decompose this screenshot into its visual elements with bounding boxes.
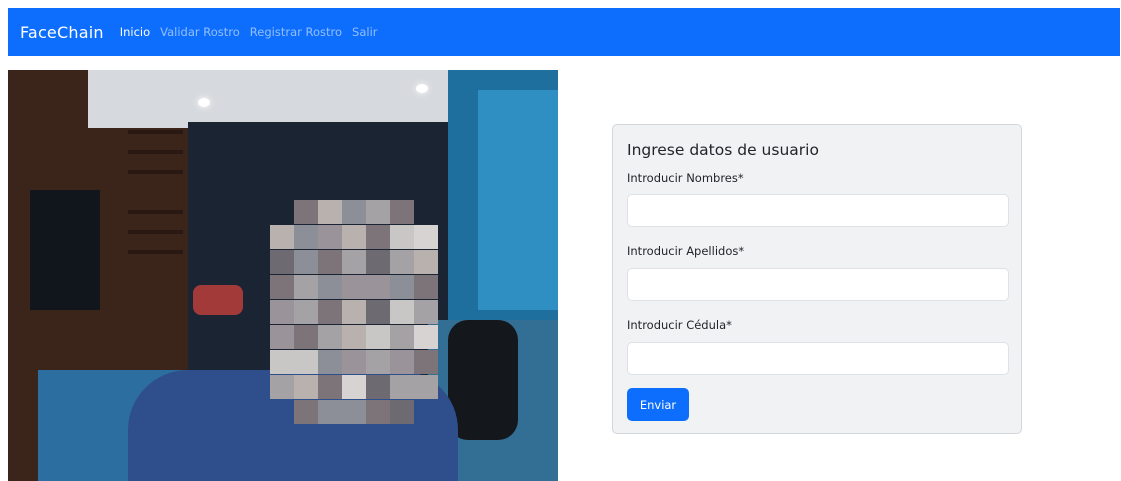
face-pixel bbox=[318, 300, 342, 324]
face-pixel bbox=[318, 275, 342, 299]
face-pixel bbox=[366, 225, 390, 249]
camera-background-ceiling bbox=[88, 70, 508, 128]
wardrobe-slat bbox=[128, 170, 183, 174]
face-pixel bbox=[294, 275, 318, 299]
nombres-input[interactable] bbox=[627, 194, 1009, 227]
face-pixel bbox=[366, 350, 390, 374]
face-pixel bbox=[318, 375, 342, 399]
cedula-input[interactable] bbox=[627, 342, 1009, 375]
nombres-label: Introducir Nombres* bbox=[627, 171, 744, 185]
face-pixel bbox=[294, 200, 318, 224]
face-pixel bbox=[342, 400, 366, 424]
form-title: Ingrese datos de usuario bbox=[627, 141, 819, 159]
face-pixel bbox=[366, 250, 390, 274]
face-pixel bbox=[318, 350, 342, 374]
wardrobe-slat bbox=[128, 210, 183, 214]
wardrobe-slat bbox=[128, 150, 183, 154]
face-pixel bbox=[294, 350, 318, 374]
nav-link-salir[interactable]: Salir bbox=[352, 25, 377, 39]
top-navbar: FaceChain Inicio Validar Rostro Registra… bbox=[8, 8, 1120, 56]
face-pixel bbox=[390, 375, 414, 399]
camera-feed bbox=[8, 70, 558, 481]
apellidos-label: Introducir Apellidos* bbox=[627, 244, 745, 258]
face-pixel bbox=[318, 325, 342, 349]
face-pixel bbox=[414, 275, 438, 299]
submit-button[interactable]: Enviar bbox=[627, 388, 689, 421]
face-pixel bbox=[294, 325, 318, 349]
face-pixel bbox=[270, 250, 294, 274]
ceiling-lamp bbox=[198, 98, 210, 107]
face-pixel bbox=[318, 225, 342, 249]
face-pixel bbox=[270, 225, 294, 249]
nav-link-validar-rostro[interactable]: Validar Rostro bbox=[160, 25, 240, 39]
face-pixel bbox=[414, 250, 438, 274]
face-pixel bbox=[318, 200, 342, 224]
ceiling-lamp bbox=[416, 84, 428, 93]
face-pixel bbox=[414, 325, 438, 349]
wardrobe-slat bbox=[128, 230, 183, 234]
face-pixel bbox=[390, 200, 414, 224]
face-pixel bbox=[342, 375, 366, 399]
pixelated-face bbox=[270, 200, 440, 430]
face-pixel bbox=[294, 225, 318, 249]
face-pixel bbox=[366, 200, 390, 224]
face-pixel bbox=[342, 250, 366, 274]
face-pixel bbox=[390, 275, 414, 299]
apellidos-input[interactable] bbox=[627, 268, 1009, 301]
face-pixel bbox=[270, 300, 294, 324]
face-pixel bbox=[342, 275, 366, 299]
face-pixel bbox=[414, 350, 438, 374]
face-pixel bbox=[294, 400, 318, 424]
face-pixel bbox=[294, 250, 318, 274]
brand-logo[interactable]: FaceChain bbox=[20, 23, 104, 42]
face-pixel bbox=[390, 225, 414, 249]
face-pixel bbox=[390, 250, 414, 274]
face-pixel bbox=[366, 375, 390, 399]
face-pixel bbox=[342, 225, 366, 249]
face-pixel bbox=[270, 375, 294, 399]
face-pixel bbox=[366, 275, 390, 299]
camera-background-wall bbox=[478, 90, 558, 310]
wardrobe-slat bbox=[128, 250, 183, 254]
face-pixel bbox=[390, 400, 414, 424]
face-pixel bbox=[414, 375, 438, 399]
face-pixel bbox=[270, 350, 294, 374]
camera-background-tv bbox=[30, 190, 100, 310]
face-pixel bbox=[342, 350, 366, 374]
camera-background-chair bbox=[448, 320, 518, 440]
face-pixel bbox=[390, 350, 414, 374]
face-pixel bbox=[294, 300, 318, 324]
cedula-label: Introducir Cédula* bbox=[627, 318, 732, 332]
wardrobe-slat bbox=[128, 130, 183, 134]
face-pixel bbox=[390, 325, 414, 349]
face-pixel bbox=[390, 300, 414, 324]
face-pixel bbox=[270, 275, 294, 299]
face-pixel bbox=[342, 325, 366, 349]
face-pixel bbox=[270, 325, 294, 349]
face-pixel bbox=[294, 375, 318, 399]
nav-link-registrar-rostro[interactable]: Registrar Rostro bbox=[250, 25, 342, 39]
face-pixel bbox=[342, 200, 366, 224]
face-pixel bbox=[366, 400, 390, 424]
nav-link-inicio[interactable]: Inicio bbox=[120, 25, 150, 39]
camera-background-bag bbox=[193, 285, 243, 315]
face-pixel bbox=[318, 250, 342, 274]
face-pixel bbox=[342, 300, 366, 324]
face-pixel bbox=[414, 300, 438, 324]
face-pixel bbox=[366, 325, 390, 349]
user-form-card: Ingrese datos de usuario Introducir Nomb… bbox=[612, 124, 1022, 434]
face-pixel bbox=[318, 400, 342, 424]
face-pixel bbox=[414, 225, 438, 249]
face-pixel bbox=[366, 300, 390, 324]
